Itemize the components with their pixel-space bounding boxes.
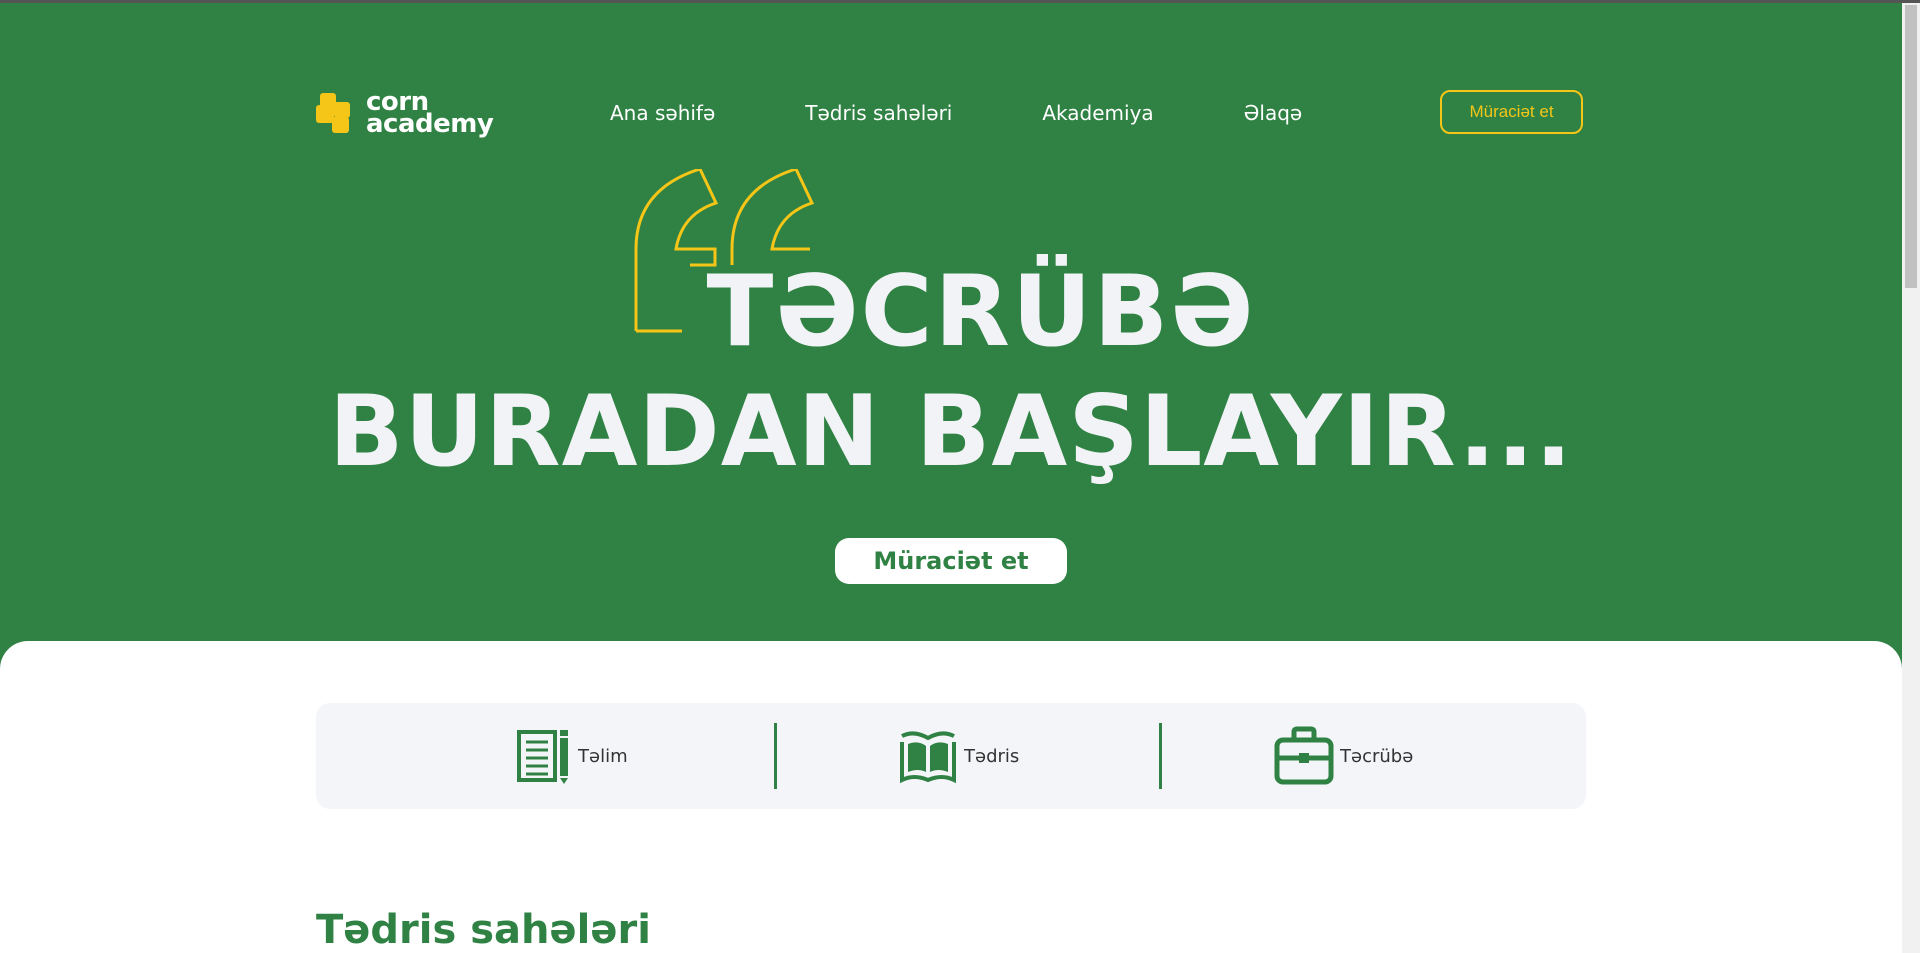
notepad-pencil-icon: [517, 730, 568, 784]
divider: [774, 723, 777, 789]
scrollbar-thumb[interactable]: [1905, 5, 1917, 288]
open-book-icon: [900, 731, 956, 784]
features-bar: Təlim Tədris Təcrübə: [316, 703, 1586, 809]
vertical-scrollbar[interactable]: [1902, 3, 1920, 953]
logo[interactable]: corn academy: [316, 89, 494, 139]
logo-icon: [316, 93, 358, 133]
feature-teaching[interactable]: Tədris: [898, 703, 1019, 809]
hero-apply-button[interactable]: Müraciət et: [835, 538, 1067, 584]
briefcase-icon: [1274, 726, 1334, 785]
logo-text: corn academy: [366, 89, 494, 139]
feature-label-training: Təlim: [578, 745, 628, 767]
nav-link-study-areas[interactable]: Tədris sahələri: [805, 101, 952, 125]
section-title: Tədris sahələri: [316, 907, 651, 953]
header-apply-button[interactable]: Müraciət et: [1440, 90, 1583, 134]
nav-link-contact[interactable]: Əlaqə: [1244, 101, 1303, 125]
feature-label-teaching: Tədris: [964, 745, 1020, 767]
hero-title-line1: TƏCRÜBƏ: [706, 255, 1256, 369]
content-panel: Təlim Tədris Təcrübə Tədris sahələri: [0, 641, 1902, 953]
divider: [1159, 723, 1162, 789]
feature-experience[interactable]: Təcrübə: [1274, 703, 1413, 809]
feature-label-experience: Təcrübə: [1340, 745, 1414, 767]
nav-link-home[interactable]: Ana səhifə: [610, 101, 715, 125]
hero-title-line2: BURADAN BAŞLAYIR...: [328, 375, 1574, 489]
main-nav: Ana səhifə Tədris sahələri Akademiya Əla…: [610, 101, 1302, 125]
nav-link-academy[interactable]: Akademiya: [1042, 101, 1153, 125]
logo-line2: academy: [366, 109, 494, 139]
page: corn academy Ana səhifə Tədris sahələri …: [0, 3, 1902, 953]
feature-training[interactable]: Təlim: [516, 703, 628, 809]
